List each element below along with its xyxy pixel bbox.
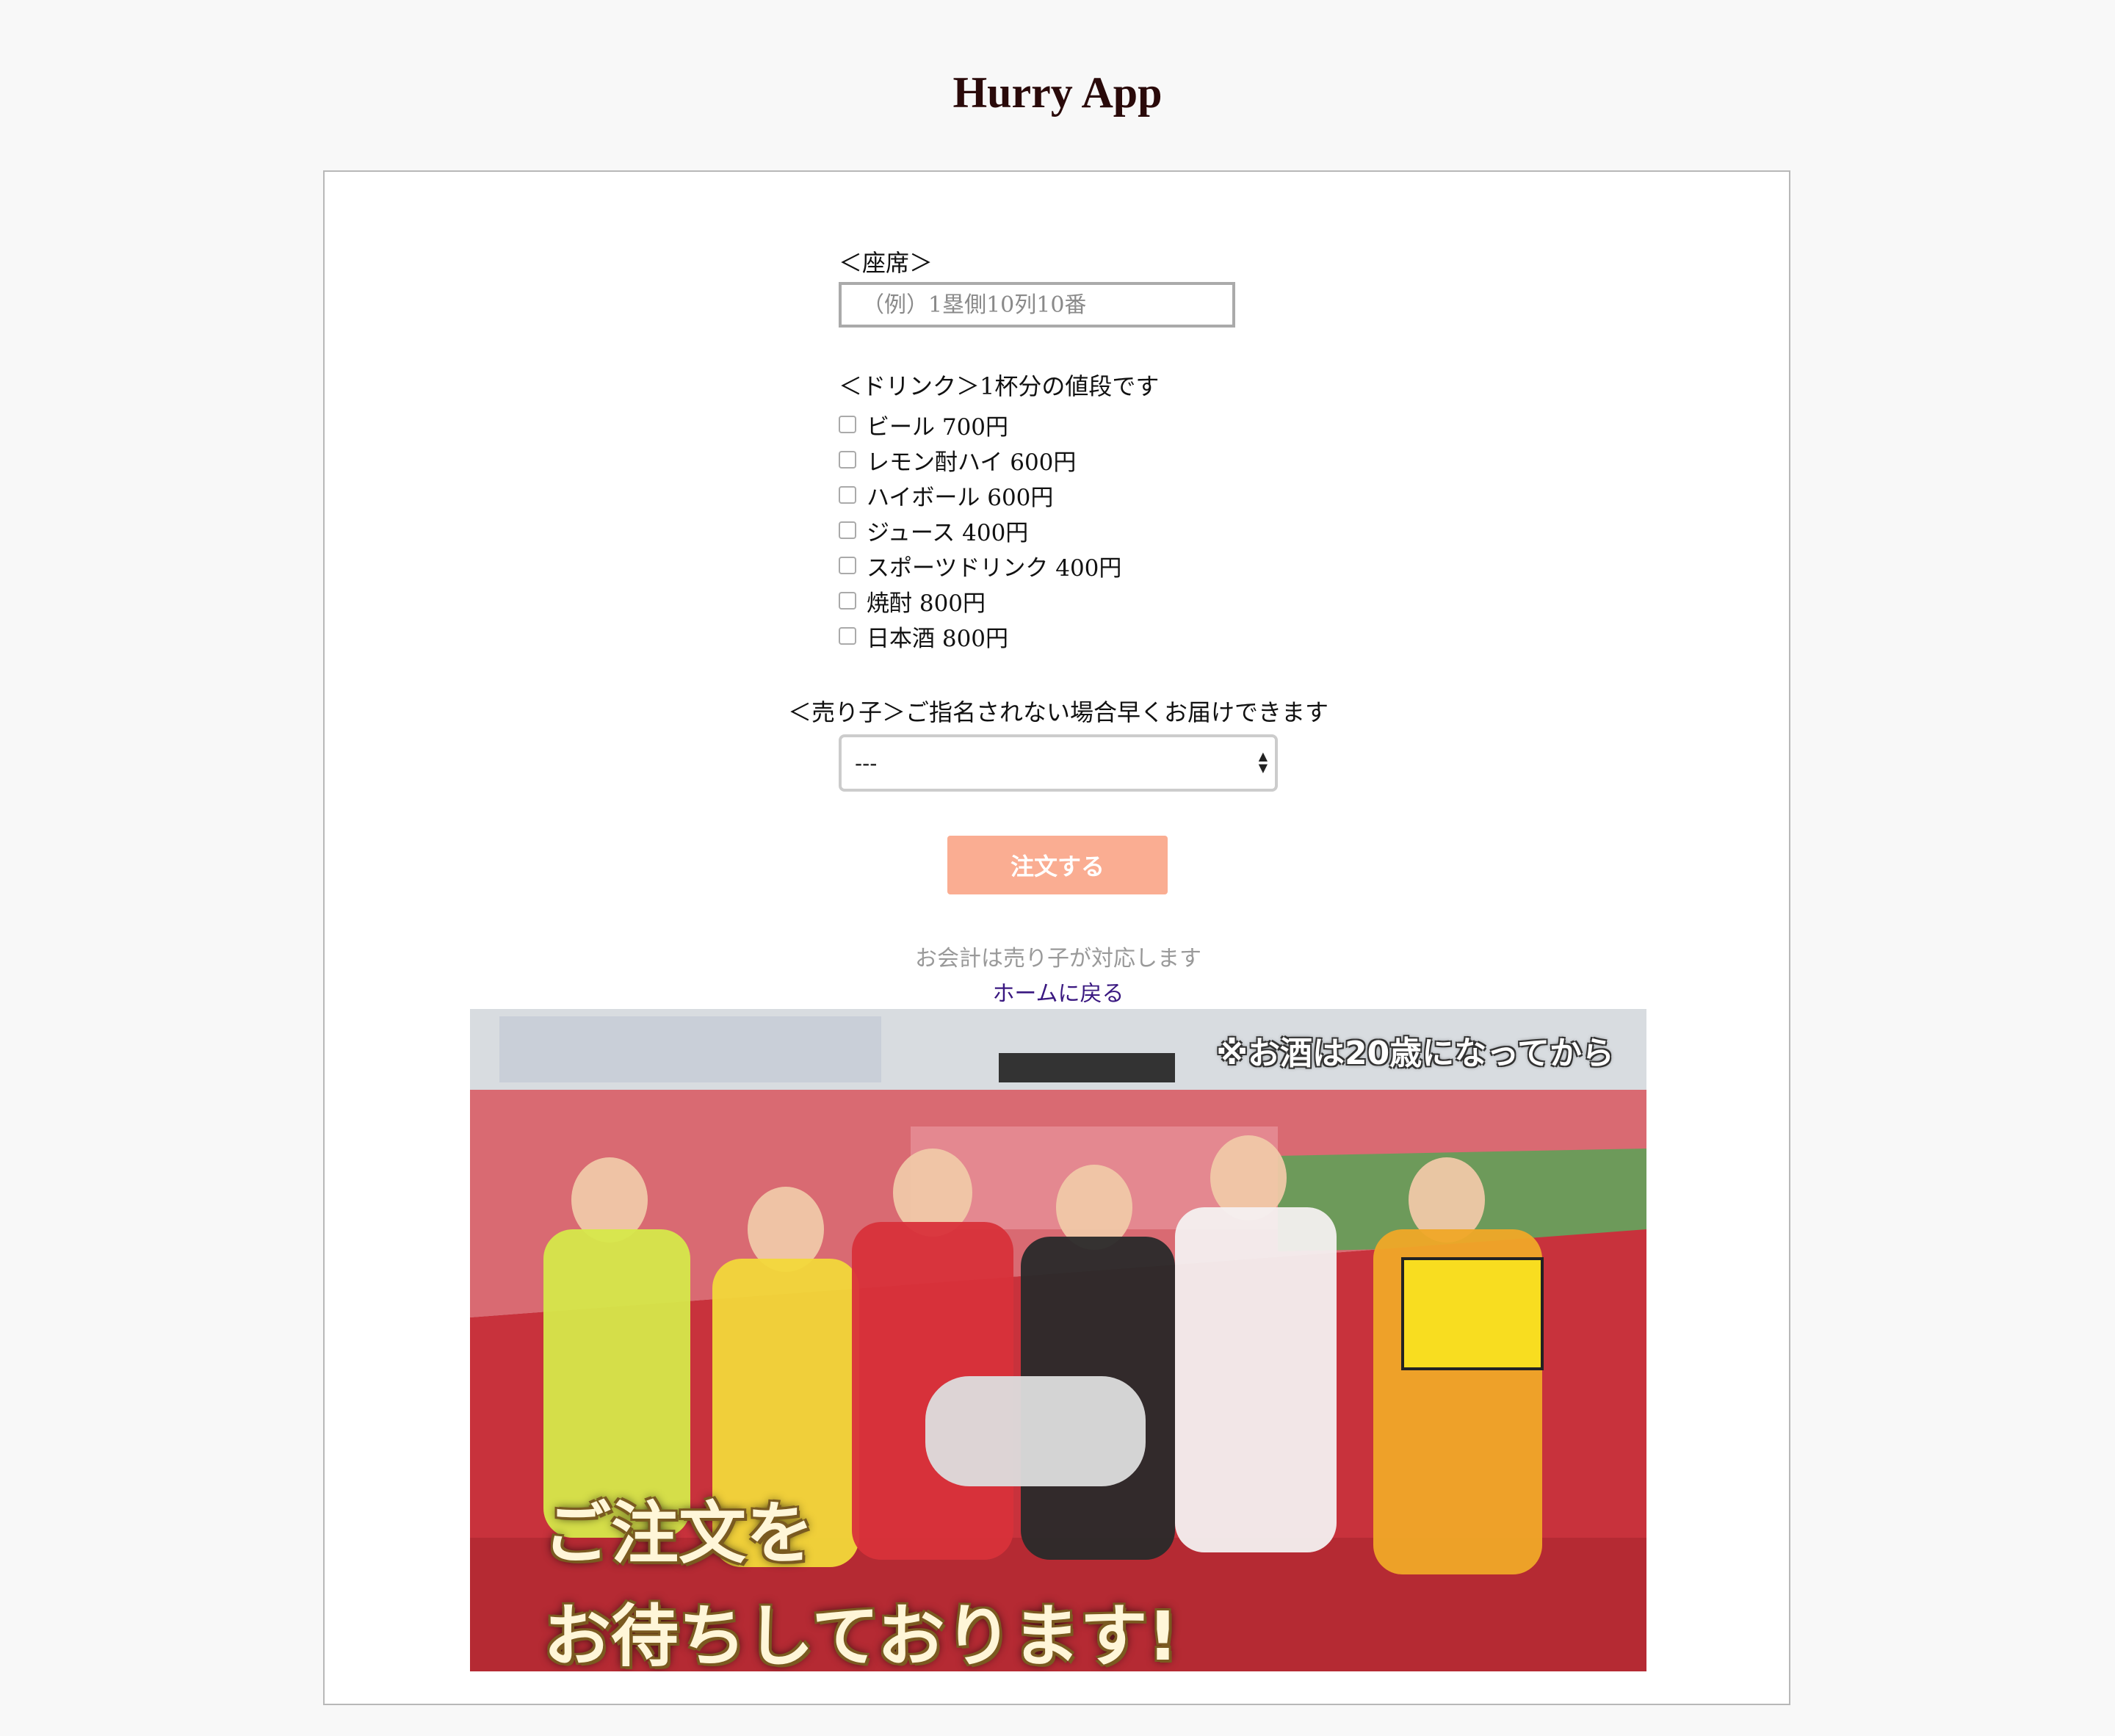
home-link[interactable]: ホームに戻る — [325, 975, 1792, 1008]
app-title: Hurry App — [952, 68, 1163, 117]
drink-label-text: ハイボール 600円 — [867, 484, 1054, 511]
checkbox[interactable] — [839, 486, 856, 504]
checkbox[interactable] — [839, 627, 856, 645]
seat-label: ＜座席＞ — [839, 249, 933, 277]
age-notice: ※お酒は20歳になってから — [1216, 1035, 1614, 1072]
drink-label-text: ジュース 400円 — [867, 519, 1029, 546]
checkbox[interactable] — [839, 416, 856, 433]
banner-line2: お待ちしております! — [543, 1597, 1179, 1671]
select-arrows-icon: ▲ ▼ — [1258, 749, 1268, 775]
drink-item-beer[interactable]: ビール 700円 — [839, 407, 1121, 442]
drink-item-highball[interactable]: ハイボール 600円 — [839, 477, 1121, 513]
drink-item-sports-drink[interactable]: スポーツドリンク 400円 — [839, 548, 1121, 583]
drink-item-lemon-chuhai[interactable]: レモン酎ハイ 600円 — [839, 442, 1121, 477]
drink-list: ビール 700円 レモン酎ハイ 600円 ハイボール 600円 ジュース 400… — [839, 407, 1121, 654]
checkbox[interactable] — [839, 557, 856, 574]
checkbox[interactable] — [839, 592, 856, 610]
checkbox[interactable] — [839, 451, 856, 469]
drink-label-text: ビール 700円 — [867, 413, 1009, 441]
drink-label-text: 日本酒 800円 — [867, 625, 1009, 652]
seller-select[interactable]: --- ▲ ▼ — [839, 734, 1278, 792]
seller-selected-value: --- — [855, 751, 878, 775]
order-button[interactable]: 注文する — [947, 836, 1168, 894]
drink-label: ＜ドリンク＞1杯分の値段です — [839, 372, 1160, 400]
banner-line1: ご注文を — [543, 1494, 814, 1573]
checkbox[interactable] — [839, 521, 856, 539]
order-card: ＜座席＞ ＜ドリンク＞1杯分の値段です ビール 700円 レモン酎ハイ 600円… — [323, 170, 1790, 1705]
drink-item-juice[interactable]: ジュース 400円 — [839, 513, 1121, 548]
seat-input[interactable] — [839, 282, 1235, 328]
payment-note: お会計は売り子が対応します — [915, 946, 1201, 972]
banner-image: ※お酒は20歳になってから ご注文を お待ちしております! — [470, 1009, 1646, 1671]
drink-item-sake[interactable]: 日本酒 800円 — [839, 618, 1121, 654]
drink-item-shochu[interactable]: 焼酎 800円 — [839, 583, 1121, 618]
seller-label: ＜売り子＞ご指名されない場合早くお届けできます — [787, 698, 1328, 726]
drink-label-text: スポーツドリンク 400円 — [867, 554, 1122, 582]
drink-label-text: レモン酎ハイ 600円 — [867, 449, 1077, 476]
drink-label-text: 焼酎 800円 — [867, 590, 986, 617]
